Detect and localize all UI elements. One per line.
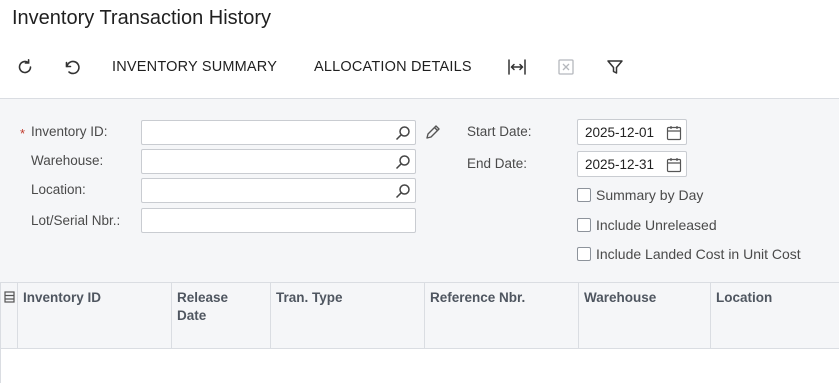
- search-icon[interactable]: [395, 125, 411, 141]
- include-landed-cost-label: Include Landed Cost in Unit Cost: [596, 246, 801, 262]
- grid-body: [0, 349, 839, 383]
- column-label-line2: Date: [177, 308, 207, 323]
- inventory-id-label: Inventory ID:: [31, 124, 108, 139]
- filter-icon[interactable]: [604, 56, 626, 78]
- include-landed-cost-checkbox[interactable]: [577, 247, 591, 261]
- filter-panel: * Inventory ID: Warehouse: Location: Lot…: [0, 98, 839, 282]
- end-date-value: 2025-12-31: [585, 157, 655, 172]
- column-label: Inventory ID: [23, 290, 102, 305]
- search-icon[interactable]: [395, 154, 411, 170]
- lot-serial-label: Lot/Serial Nbr.:: [31, 213, 121, 228]
- summary-by-day-checkbox[interactable]: [577, 188, 591, 202]
- grid-row-selector[interactable]: [0, 283, 18, 349]
- column-tran-type[interactable]: Tran. Type: [271, 283, 425, 349]
- allocation-details-button[interactable]: ALLOCATION DETAILS: [314, 59, 472, 75]
- required-marker: *: [20, 126, 26, 141]
- inventory-id-field[interactable]: [141, 120, 416, 145]
- column-label: Tran. Type: [276, 290, 343, 305]
- column-label: Location: [716, 290, 773, 305]
- column-label: Reference Nbr.: [430, 290, 526, 305]
- end-date-field[interactable]: 2025-12-31: [577, 151, 687, 177]
- fit-columns-icon[interactable]: [506, 56, 528, 78]
- calendar-icon[interactable]: [666, 157, 682, 173]
- include-unreleased-checkbox[interactable]: [577, 218, 591, 232]
- start-date-label: Start Date:: [467, 124, 532, 139]
- edit-pencil-icon[interactable]: [424, 123, 442, 141]
- end-date-label: End Date:: [467, 156, 528, 171]
- location-field[interactable]: [141, 178, 416, 203]
- inventory-summary-button[interactable]: INVENTORY SUMMARY: [112, 59, 277, 75]
- column-chooser-icon[interactable]: [4, 290, 15, 308]
- warehouse-field[interactable]: [141, 149, 416, 174]
- search-icon[interactable]: [395, 183, 411, 199]
- column-reference-nbr[interactable]: Reference Nbr.: [425, 283, 579, 349]
- page-title: Inventory Transaction History: [12, 7, 271, 29]
- grid-header: Inventory ID Release Date Tran. Type Refe…: [0, 282, 839, 349]
- undo-icon[interactable]: [61, 56, 83, 78]
- column-label: Warehouse: [584, 290, 657, 305]
- summary-by-day-label: Summary by Day: [596, 187, 704, 203]
- column-label: Release: [177, 290, 229, 305]
- column-inventory-id[interactable]: Inventory ID: [18, 283, 172, 349]
- location-label: Location:: [31, 182, 86, 197]
- calendar-icon[interactable]: [666, 125, 682, 141]
- warehouse-label: Warehouse:: [31, 153, 104, 168]
- start-date-field[interactable]: 2025-12-01: [577, 119, 687, 145]
- column-location[interactable]: Location: [711, 283, 839, 349]
- start-date-value: 2025-12-01: [585, 125, 655, 140]
- column-release-date[interactable]: Release Date: [172, 283, 271, 349]
- column-warehouse[interactable]: Warehouse: [579, 283, 711, 349]
- toolbar: INVENTORY SUMMARY ALLOCATION DETAILS: [0, 50, 839, 84]
- export-excel-icon[interactable]: [555, 56, 577, 78]
- lot-serial-field[interactable]: [141, 208, 416, 233]
- include-unreleased-label: Include Unreleased: [596, 217, 717, 233]
- refresh-icon[interactable]: [14, 56, 36, 78]
